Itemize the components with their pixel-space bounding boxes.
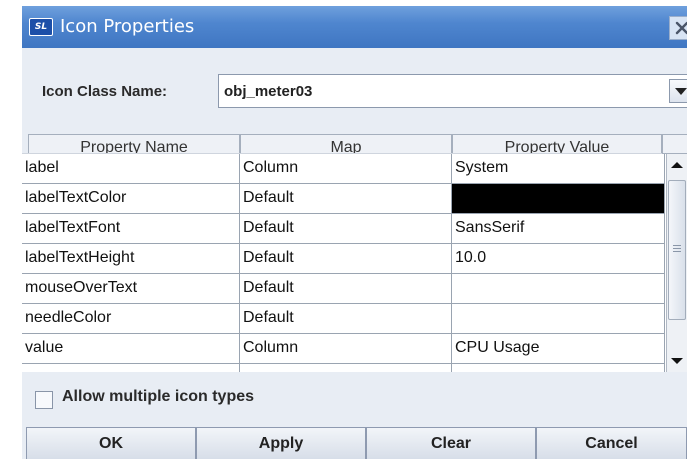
clear-button[interactable]: Clear xyxy=(366,427,536,459)
chevron-down-icon xyxy=(675,88,687,95)
map-cell[interactable]: Default xyxy=(240,184,452,214)
color-swatch-cell[interactable] xyxy=(452,184,665,214)
icon-class-dropdown-button[interactable] xyxy=(669,79,687,103)
icon-properties-dialog: SL Icon Properties Icon Class Name: obj_… xyxy=(22,6,687,459)
title-bar[interactable]: SL Icon Properties xyxy=(22,6,687,48)
scroll-grip-line xyxy=(673,248,681,249)
property-name-cell[interactable]: labelTextColor xyxy=(22,184,240,214)
map-cell[interactable]: Column xyxy=(240,154,452,184)
map-cell[interactable]: Column xyxy=(240,334,452,364)
map-cell[interactable]: Default xyxy=(240,244,452,274)
map-cell[interactable]: Default xyxy=(240,274,452,304)
close-button[interactable] xyxy=(669,16,687,40)
table-header: Property Name Map Property Value xyxy=(28,134,687,154)
table-row[interactable]: labelTextHeight Default 10.0 xyxy=(22,244,666,274)
close-icon xyxy=(675,21,687,35)
scroll-thumb[interactable] xyxy=(668,180,686,320)
property-name-cell[interactable]: label xyxy=(22,154,240,184)
allow-multiple-icon-types-checkbox[interactable] xyxy=(35,391,53,409)
allow-multiple-icon-types-label[interactable]: Allow multiple icon types xyxy=(62,388,254,406)
map-cell[interactable]: Default xyxy=(240,214,452,244)
scroll-up-button[interactable] xyxy=(667,154,687,176)
table-row[interactable]: label Column System xyxy=(22,154,666,184)
property-value-cell[interactable]: SansSerif xyxy=(452,214,665,244)
property-value-cell[interactable]: 10.0 xyxy=(452,244,665,274)
property-name-cell[interactable]: needleColor xyxy=(22,304,240,334)
properties-table: label Column System labelTextColor Defau… xyxy=(22,154,666,372)
table-vertical-scrollbar[interactable] xyxy=(666,154,687,372)
table-row[interactable] xyxy=(22,364,666,372)
window-title: Icon Properties xyxy=(60,16,195,37)
table-row[interactable]: needleColor Default xyxy=(22,304,666,334)
property-name-cell[interactable]: labelTextFont xyxy=(22,214,240,244)
cancel-button[interactable]: Cancel xyxy=(536,427,687,459)
table-row[interactable]: labelTextColor Default xyxy=(22,184,666,214)
property-name-cell[interactable]: value xyxy=(22,334,240,364)
sl-logo-icon: SL xyxy=(29,18,53,36)
property-value-cell[interactable]: CPU Usage xyxy=(452,334,665,364)
map-cell[interactable] xyxy=(240,364,452,372)
table-row[interactable]: value Column CPU Usage xyxy=(22,334,666,364)
column-header-corner xyxy=(662,134,687,154)
property-value-cell[interactable] xyxy=(452,364,665,372)
property-value-cell[interactable]: System xyxy=(452,154,665,184)
scroll-down-button[interactable] xyxy=(667,350,687,372)
scroll-down-icon xyxy=(671,358,683,364)
property-name-cell[interactable] xyxy=(22,364,240,372)
table-row[interactable]: mouseOverText Default xyxy=(22,274,666,304)
scroll-up-icon xyxy=(671,162,683,168)
icon-class-label: Icon Class Name: xyxy=(42,83,168,100)
icon-class-value: obj_meter03 xyxy=(224,83,313,100)
property-value-cell[interactable] xyxy=(452,304,665,334)
scroll-grip-line xyxy=(673,251,681,252)
property-name-cell[interactable]: mouseOverText xyxy=(22,274,240,304)
column-header-property-name[interactable]: Property Name xyxy=(28,134,240,154)
property-value-cell[interactable] xyxy=(452,274,665,304)
property-name-cell[interactable]: labelTextHeight xyxy=(22,244,240,274)
ok-button[interactable]: OK xyxy=(26,427,196,459)
column-header-property-value[interactable]: Property Value xyxy=(452,134,662,154)
map-cell[interactable]: Default xyxy=(240,304,452,334)
scroll-grip-line xyxy=(673,245,681,246)
column-header-map[interactable]: Map xyxy=(240,134,452,154)
icon-class-combobox[interactable]: obj_meter03 xyxy=(218,74,687,108)
apply-button[interactable]: Apply xyxy=(196,427,366,459)
table-row[interactable]: labelTextFont Default SansSerif xyxy=(22,214,666,244)
